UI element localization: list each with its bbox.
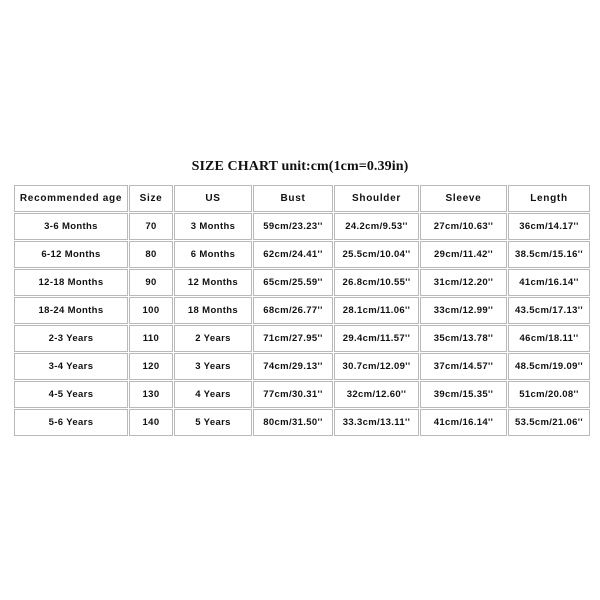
cell-recommended-age: 3-6 Months <box>14 213 128 240</box>
cell-length: 46cm/18.11'' <box>508 325 590 352</box>
column-header-size: Size <box>129 185 173 212</box>
cell-sleeve: 39cm/15.35'' <box>420 381 507 408</box>
cell-length: 36cm/14.17'' <box>508 213 590 240</box>
column-header-bust: Bust <box>253 185 333 212</box>
cell-bust: 80cm/31.50'' <box>253 409 333 436</box>
cell-shoulder: 30.7cm/12.09'' <box>334 353 419 380</box>
column-header-sleeve: Sleeve <box>420 185 507 212</box>
cell-us: 6 Months <box>174 241 252 268</box>
table-header-row: Recommended age Size US Bust Shoulder Sleeve L… <box>14 185 590 212</box>
column-header-recommended-age: Recommended age <box>14 185 128 212</box>
cell-sleeve: 41cm/16.14'' <box>420 409 507 436</box>
cell-shoulder: 28.1cm/11.06'' <box>334 297 419 324</box>
cell-recommended-age: 12-18 Months <box>14 269 128 296</box>
table-row: 3-6 Months 70 3 Months 59cm/23.23'' 24.2cm/9… <box>14 213 590 240</box>
cell-us: 12 Months <box>174 269 252 296</box>
cell-us: 18 Months <box>174 297 252 324</box>
cell-us: 3 Months <box>174 213 252 240</box>
table-row: 6-12 Months 80 6 Months 62cm/24.41'' 25.5cm/… <box>14 241 590 268</box>
cell-sleeve: 29cm/11.42'' <box>420 241 507 268</box>
cell-recommended-age: 6-12 Months <box>14 241 128 268</box>
cell-length: 43.5cm/17.13'' <box>508 297 590 324</box>
cell-sleeve: 35cm/13.78'' <box>420 325 507 352</box>
cell-bust: 62cm/24.41'' <box>253 241 333 268</box>
page-title: SIZE CHART unit:cm(1cm=0.39in) <box>191 159 409 174</box>
cell-recommended-age: 4-5 Years <box>14 381 128 408</box>
size-chart-page: SIZE CHART unit:cm(1cm=0.39in) Recommend… <box>0 0 600 600</box>
cell-size: 90 <box>129 269 173 296</box>
cell-size: 130 <box>129 381 173 408</box>
table-row: 5-6 Years 140 5 Years 80cm/31.50'' 33.3cm/13… <box>14 409 590 436</box>
cell-bust: 59cm/23.23'' <box>253 213 333 240</box>
cell-size: 80 <box>129 241 173 268</box>
cell-length: 48.5cm/19.09'' <box>508 353 590 380</box>
column-header-length: Length <box>508 185 590 212</box>
cell-us: 5 Years <box>174 409 252 436</box>
cell-shoulder: 29.4cm/11.57'' <box>334 325 419 352</box>
table-row: 3-4 Years 120 3 Years 74cm/29.13'' 30.7cm/12… <box>14 353 590 380</box>
cell-recommended-age: 3-4 Years <box>14 353 128 380</box>
table-row: 2-3 Years 110 2 Years 71cm/27.95'' 29.4cm/11… <box>14 325 590 352</box>
cell-size: 120 <box>129 353 173 380</box>
cell-bust: 71cm/27.95'' <box>253 325 333 352</box>
column-header-shoulder: Shoulder <box>334 185 419 212</box>
cell-shoulder: 33.3cm/13.11'' <box>334 409 419 436</box>
cell-bust: 77cm/30.31'' <box>253 381 333 408</box>
cell-length: 41cm/16.14'' <box>508 269 590 296</box>
size-chart-table-container: Recommended age Size US Bust Shoulder Sleeve L… <box>13 184 591 437</box>
cell-shoulder: 32cm/12.60'' <box>334 381 419 408</box>
cell-bust: 74cm/29.13'' <box>253 353 333 380</box>
table-row: 18-24 Months 100 18 Months 68cm/26.77'' 28.1… <box>14 297 590 324</box>
column-header-us: US <box>174 185 252 212</box>
cell-length: 38.5cm/15.16'' <box>508 241 590 268</box>
cell-sleeve: 31cm/12.20'' <box>420 269 507 296</box>
table-row: 12-18 Months 90 12 Months 65cm/25.59'' 26.8c… <box>14 269 590 296</box>
cell-us: 3 Years <box>174 353 252 380</box>
cell-us: 4 Years <box>174 381 252 408</box>
cell-us: 2 Years <box>174 325 252 352</box>
cell-recommended-age: 18-24 Months <box>14 297 128 324</box>
table-row: 4-5 Years 130 4 Years 77cm/30.31'' 32cm/12.6… <box>14 381 590 408</box>
size-chart-table: Recommended age Size US Bust Shoulder Sleeve L… <box>13 184 591 437</box>
cell-bust: 68cm/26.77'' <box>253 297 333 324</box>
cell-sleeve: 33cm/12.99'' <box>420 297 507 324</box>
cell-recommended-age: 5-6 Years <box>14 409 128 436</box>
cell-recommended-age: 2-3 Years <box>14 325 128 352</box>
cell-size: 110 <box>129 325 173 352</box>
cell-length: 53.5cm/21.06'' <box>508 409 590 436</box>
cell-shoulder: 26.8cm/10.55'' <box>334 269 419 296</box>
cell-size: 70 <box>129 213 173 240</box>
cell-length: 51cm/20.08'' <box>508 381 590 408</box>
cell-sleeve: 27cm/10.63'' <box>420 213 507 240</box>
cell-shoulder: 25.5cm/10.04'' <box>334 241 419 268</box>
cell-size: 100 <box>129 297 173 324</box>
cell-shoulder: 24.2cm/9.53'' <box>334 213 419 240</box>
cell-sleeve: 37cm/14.57'' <box>420 353 507 380</box>
cell-bust: 65cm/25.59'' <box>253 269 333 296</box>
cell-size: 140 <box>129 409 173 436</box>
